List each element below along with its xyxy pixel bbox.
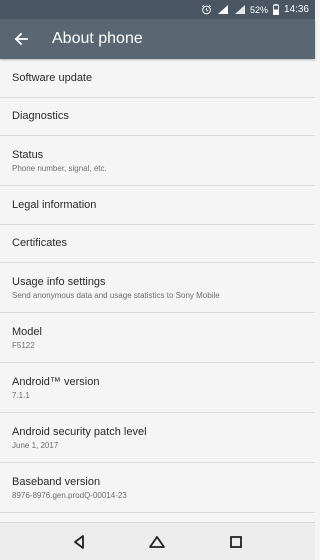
nav-home-button[interactable] (142, 527, 172, 557)
list-item-usage-info-settings[interactable]: Usage info settings Send anonymous data … (0, 263, 315, 313)
signal-icon (217, 4, 229, 15)
item-summary: Send anonymous data and usage statistics… (12, 290, 220, 300)
nav-recents-button[interactable] (221, 527, 251, 557)
status-bar: 52% 14:36 (0, 0, 315, 19)
screen: 52% 14:36 About phone Software update Di… (0, 0, 315, 560)
list-item-diagnostics[interactable]: Diagnostics (0, 98, 315, 136)
list-item-legal-information[interactable]: Legal information (0, 186, 315, 225)
wifi-icon (234, 4, 246, 15)
navigation-bar (0, 522, 315, 560)
list-item-software-update[interactable]: Software update (0, 59, 315, 98)
item-title: Android security patch level (12, 425, 147, 438)
item-title: Baseband version (12, 475, 101, 488)
back-button[interactable] (0, 19, 42, 59)
item-title: Status (12, 148, 44, 161)
list-item-security-patch-level[interactable]: Android security patch level June 1, 201… (0, 413, 315, 463)
item-summary: F5122 (12, 340, 35, 350)
list-item-android-version[interactable]: Android™ version 7.1.1 (0, 363, 315, 413)
nav-back-button[interactable] (64, 527, 94, 557)
list-item-certificates[interactable]: Certificates (0, 225, 315, 263)
battery-icon (273, 4, 279, 15)
item-summary: June 1, 2017 (12, 440, 59, 450)
item-title: Model (12, 325, 42, 338)
list-item-status[interactable]: Status Phone number, signal, etc. (0, 136, 315, 186)
list-item-baseband-version[interactable]: Baseband version 8976-8976.gen.prodQ-000… (0, 463, 315, 513)
battery-percent: 52% (249, 4, 268, 15)
home-icon (149, 535, 166, 548)
item-summary: Phone number, signal, etc. (12, 163, 107, 173)
item-title: Android™ version (12, 375, 100, 388)
settings-list: Software update Diagnostics Status Phone… (0, 59, 315, 513)
arrow-back-icon (14, 32, 28, 46)
item-title: Certificates (12, 237, 68, 250)
list-item-model[interactable]: Model F5122 (0, 313, 315, 363)
item-summary: 7.1.1 (12, 390, 30, 400)
back-triangle-icon (74, 534, 85, 549)
app-bar: About phone (0, 19, 315, 59)
alarm-icon (201, 4, 212, 15)
item-title: Diagnostics (12, 110, 69, 123)
clock: 14:36 (283, 4, 309, 15)
item-title: Software update (12, 71, 93, 84)
item-title: Usage info settings (12, 275, 106, 288)
item-title: Legal information (12, 198, 97, 211)
page-title: About phone (52, 30, 143, 47)
item-summary: 8976-8976.gen.prodQ-00014-23 (12, 490, 127, 500)
recents-icon (229, 535, 242, 548)
